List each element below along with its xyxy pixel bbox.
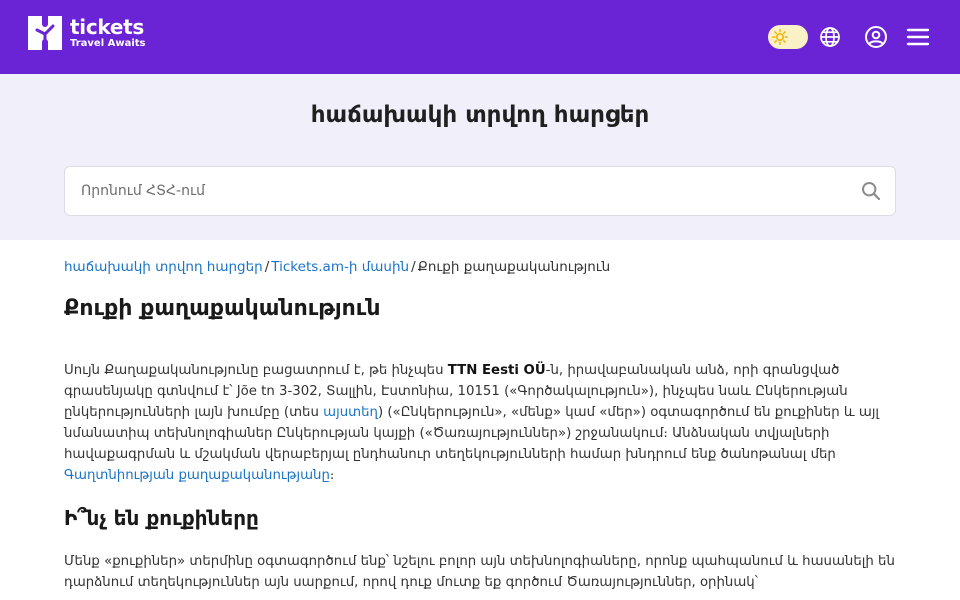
logo-text: tickets Travel Awaits — [70, 17, 146, 50]
faq-search-input[interactable] — [81, 167, 841, 215]
account-button[interactable] — [864, 25, 888, 49]
page-title: Քուքի քաղաքականություն — [64, 296, 381, 321]
logo-name: tickets — [70, 14, 144, 39]
section-heading: Ի՞նչ են քուքիները — [64, 506, 259, 530]
breadcrumb-link-about[interactable]: Tickets.am-ի մասին — [271, 259, 409, 275]
menu-button[interactable] — [905, 25, 931, 49]
language-button[interactable] — [818, 25, 842, 49]
faq-title: հաճախակի տրվող հարցեր — [310, 102, 650, 128]
theme-toggle[interactable] — [768, 25, 808, 49]
logo-tagline: Travel Awaits — [70, 37, 146, 49]
breadcrumb-current: Քուքի քաղաքականություն — [417, 259, 611, 275]
globe-icon — [820, 27, 840, 47]
faq-search-box — [64, 166, 896, 216]
breadcrumb-link-faq[interactable]: հաճախակի տրվող հարցեր — [64, 259, 263, 275]
user-icon — [865, 26, 887, 48]
sun-icon — [772, 29, 788, 45]
hamburger-icon — [906, 28, 930, 46]
breadcrumb-separator: / — [411, 259, 416, 275]
intro-text-4: ։ — [329, 468, 335, 483]
company-name: TTN Eesti OÜ — [447, 363, 546, 378]
section-paragraph: Մենք «քուքիներ» տերմինը օգտագործում ենք՝… — [64, 554, 895, 590]
group-companies-link[interactable]: այստեղ — [323, 405, 378, 420]
intro-text-1: Սույն Քաղաքականությունը բացատրում է, թե … — [64, 363, 448, 378]
privacy-policy-link[interactable]: Գաղտնիության քաղաքականությանը — [64, 468, 330, 483]
faq-hero: հաճախակի տրվող հարցեր — [0, 74, 960, 240]
search-icon[interactable] — [861, 181, 881, 201]
intro-paragraph: Սույն Քաղաքականությունը բացատրում է, թե … — [64, 360, 898, 486]
logo-mark-icon — [28, 16, 62, 50]
top-navigation-bar: tickets Travel Awaits — [0, 0, 960, 74]
tickets-logo[interactable]: tickets Travel Awaits — [28, 16, 146, 50]
breadcrumb-separator: / — [264, 259, 270, 275]
breadcrumb: հաճախակի տրվող հարցեր / Tickets.am-ի մասին… — [64, 258, 896, 276]
